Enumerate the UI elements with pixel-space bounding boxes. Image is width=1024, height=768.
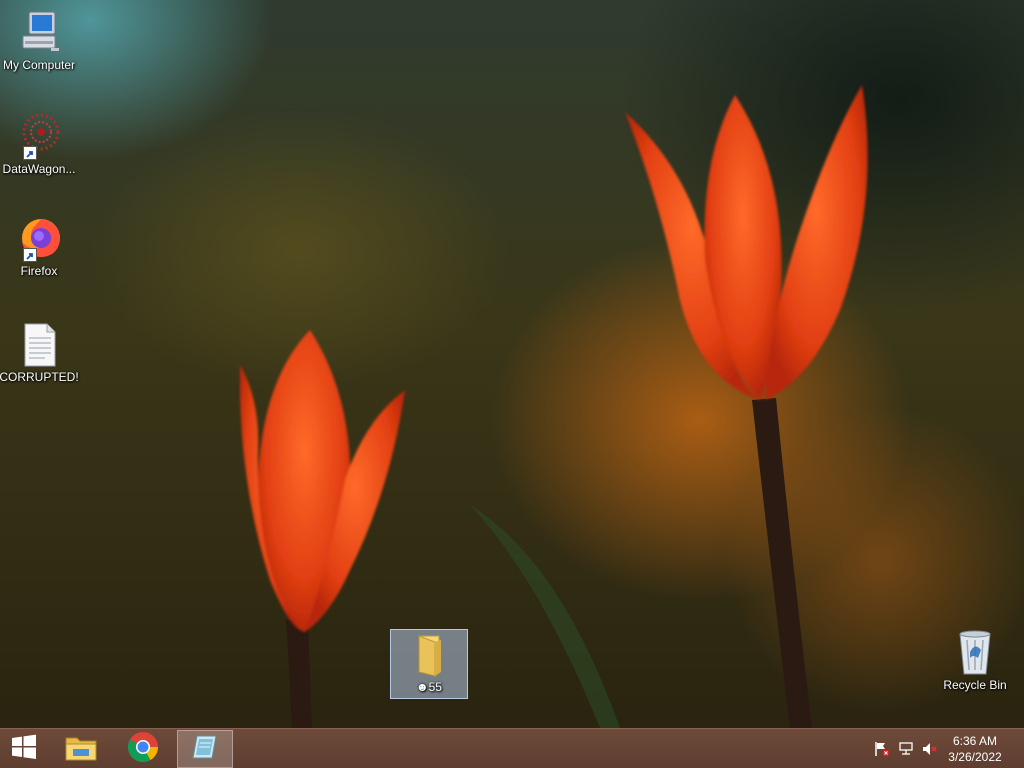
desktop-icon-label: Firefox <box>20 264 58 278</box>
taskbar-chrome-button[interactable] <box>115 730 171 768</box>
desktop-icon-folder-55[interactable]: ☻55 <box>390 632 468 694</box>
desktop-wallpaper: My Computer DataWagon... Firefox CORRUPT… <box>0 0 1024 728</box>
action-center-flag-icon[interactable] <box>874 741 890 757</box>
tulip-wallpaper-art <box>239 85 868 728</box>
desktop-icon-label: My Computer <box>2 58 76 72</box>
shortcut-arrow-icon <box>23 248 37 262</box>
taskbar-notepad-button[interactable] <box>177 730 233 768</box>
notepad-app-icon <box>190 732 220 767</box>
taskbar: 6:36 AM 3/26/2022 <box>0 728 1024 768</box>
desktop-icon-label: DataWagon... <box>2 162 76 176</box>
windows-logo-icon <box>11 734 37 765</box>
network-icon[interactable] <box>898 741 914 757</box>
recycle-bin-icon <box>951 628 999 676</box>
desktop-icon-datawagon[interactable]: DataWagon... <box>0 112 78 176</box>
desktop-icon-label: CORRUPTED! <box>0 370 79 384</box>
start-button[interactable] <box>0 730 48 768</box>
chrome-icon <box>127 731 159 768</box>
computer-icon <box>15 8 63 56</box>
firefox-icon <box>15 214 63 262</box>
clock-time: 6:36 AM <box>952 734 998 748</box>
taskbar-clock[interactable]: 6:36 AM 3/26/2022 <box>940 733 1010 765</box>
datawagon-icon <box>15 112 63 160</box>
shortcut-arrow-icon <box>23 146 37 160</box>
volume-muted-icon[interactable] <box>922 741 938 757</box>
desktop-icon-label: Recycle Bin <box>943 678 1007 692</box>
desktop-icon-firefox[interactable]: Firefox <box>0 214 78 278</box>
text-file-icon <box>15 320 63 368</box>
desktop-icon-label: ☻55 <box>416 680 442 694</box>
file-explorer-icon <box>64 732 98 767</box>
taskbar-file-explorer-button[interactable] <box>53 730 109 768</box>
desktop-icon-my-computer[interactable]: My Computer <box>0 8 78 72</box>
clock-date: 3/26/2022 <box>948 750 1002 764</box>
desktop-icon-corrupted-file[interactable]: CORRUPTED! <box>0 320 79 384</box>
folder-icon <box>405 632 453 680</box>
desktop-icon-recycle-bin[interactable]: Recycle Bin <box>936 628 1014 692</box>
